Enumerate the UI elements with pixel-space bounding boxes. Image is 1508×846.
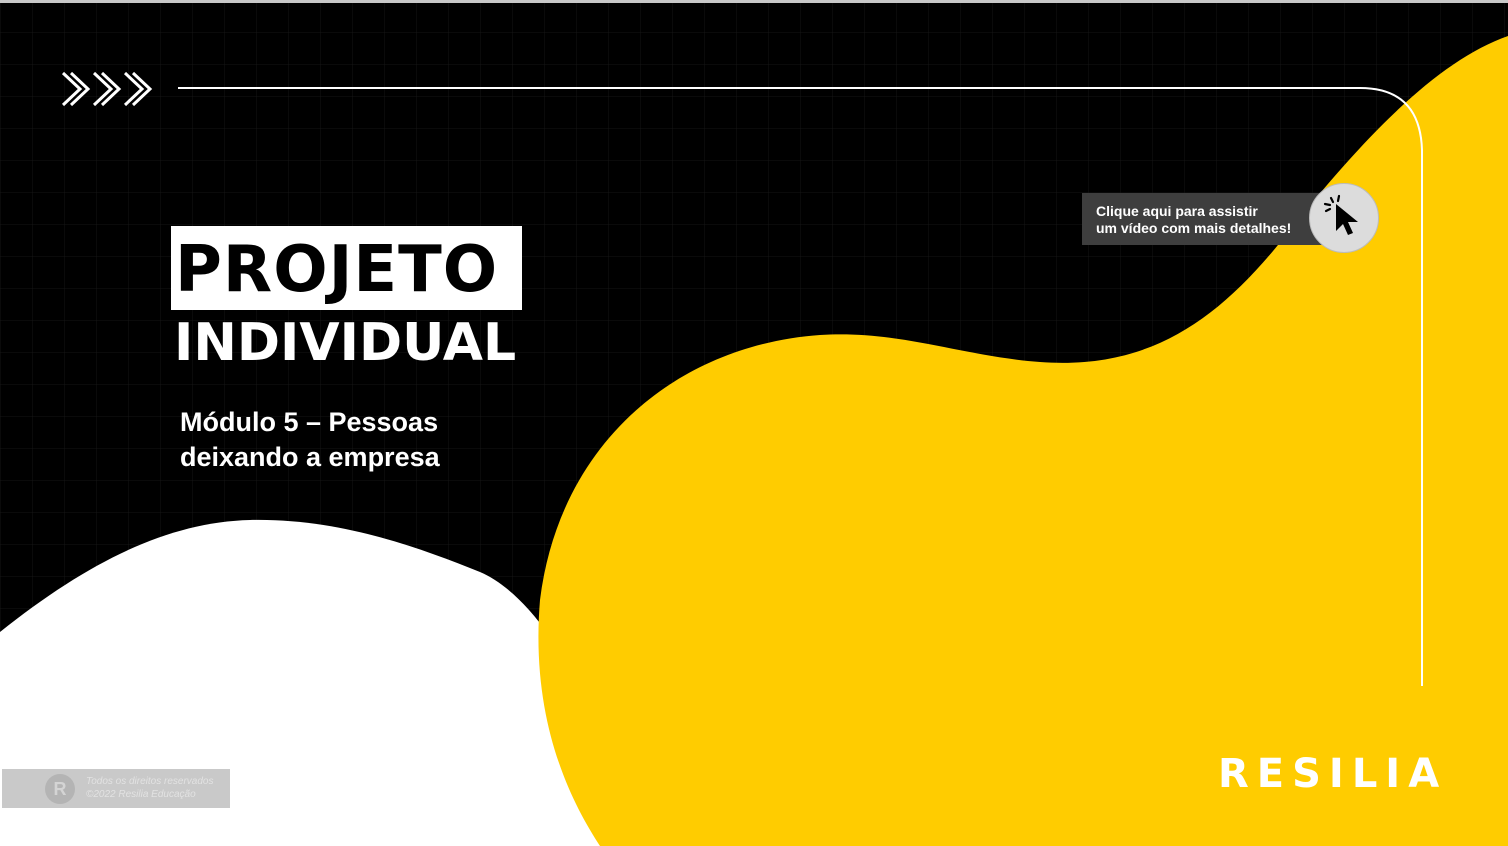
copyright-line-1: Todos os direitos reservados xyxy=(86,776,214,787)
title-individual: INDIVIDUAL xyxy=(174,313,517,373)
watch-video-line-1: Clique aqui para assistir xyxy=(1096,203,1258,219)
title-projeto: PROJETO xyxy=(175,233,499,307)
resilia-r-logo-icon: R xyxy=(45,774,75,804)
copyright-line-2: ©2022 Resilia Educação xyxy=(86,789,196,800)
watch-video-line-2: um vídeo com mais detalhes! xyxy=(1096,220,1292,236)
module-subtitle: Módulo 5 – Pessoas deixando a empresa xyxy=(180,405,510,475)
copyright-footer: R Todos os direitos reservados ©2022 Res… xyxy=(2,769,230,808)
subtitle-line-2: deixando a empresa xyxy=(180,442,440,472)
triple-chevron-right-icon xyxy=(61,71,153,107)
subtitle-line-1: Módulo 5 – Pessoas xyxy=(180,407,439,437)
resilia-logo: RESILIA xyxy=(1218,751,1448,797)
watch-video-button[interactable]: Clique aqui para assistir um vídeo com m… xyxy=(1082,193,1342,245)
cursor-click-icon-button[interactable] xyxy=(1309,183,1379,253)
copyright-text: Todos os direitos reservados ©2022 Resil… xyxy=(86,775,213,801)
slide: PROJETO INDIVIDUAL Módulo 5 – Pessoas de… xyxy=(0,0,1508,846)
cursor-click-icon xyxy=(1323,194,1358,235)
watch-video-label: Clique aqui para assistir um vídeo com m… xyxy=(1096,203,1291,237)
